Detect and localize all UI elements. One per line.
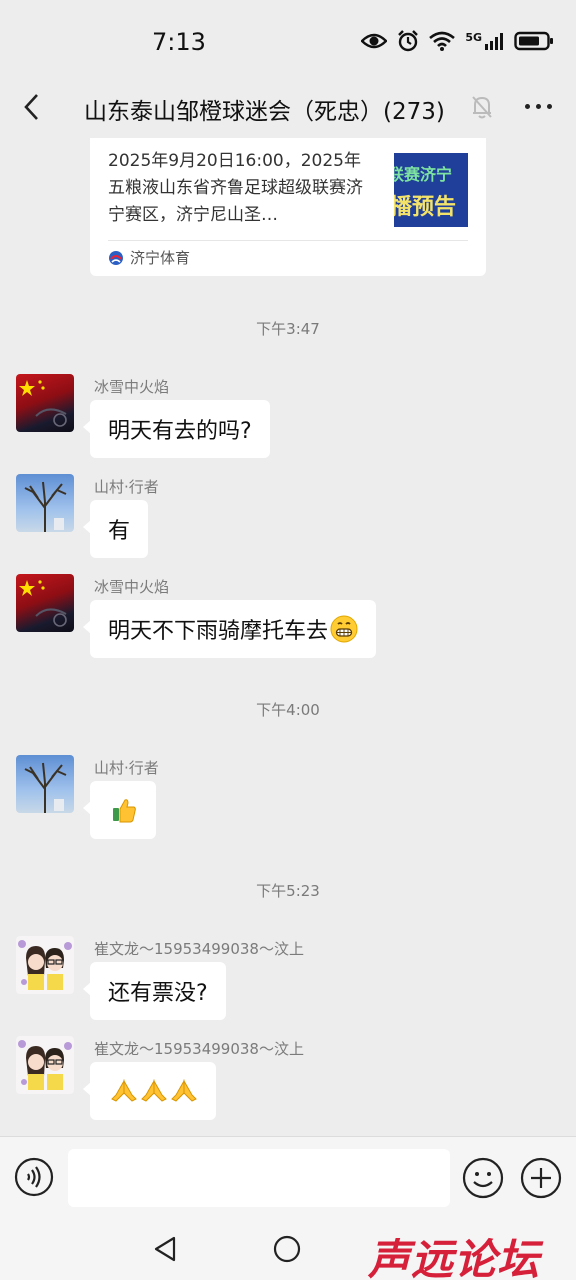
status-bar: 7:13 5G (0, 0, 576, 80)
timestamp: 下午4:00 (256, 701, 320, 719)
forum-watermark: 声远论坛 (368, 1235, 541, 1280)
thumbs-up-emoji-icon (113, 799, 136, 823)
status-time: 7:13 (152, 28, 206, 56)
wifi-icon (429, 31, 456, 51)
folded-hands-icon (111, 1079, 137, 1102)
card-thumbnail: 联赛济宁 播预告 (394, 153, 468, 227)
chat-title: 山东泰山邹橙球迷会（死忠）(273) (84, 99, 445, 125)
mute-bell-icon (472, 96, 492, 119)
status-icons: 5G (361, 30, 554, 52)
plus-icon[interactable] (520, 1157, 562, 1199)
more-dots-icon[interactable] (525, 104, 552, 109)
message-bubble[interactable]: 有 (82, 500, 149, 558)
emoji-icon[interactable] (462, 1157, 504, 1199)
flag-avatar[interactable] (16, 574, 74, 632)
eye-icon (361, 33, 388, 49)
signal-icon (485, 33, 503, 50)
message-text: 明天不下雨骑摩托车去 (108, 619, 329, 644)
grin-emoji-icon (330, 615, 358, 643)
message-bubble[interactable]: 明天有去的吗? (83, 400, 270, 458)
couple-avatar[interactable] (16, 936, 74, 994)
flag-avatar[interactable] (16, 374, 74, 432)
timestamp: 下午3:47 (256, 320, 320, 338)
source-logo-icon (109, 250, 123, 265)
shared-article-card[interactable]: 2025年9月20日16:00，2025年五粮液山东省齐鲁足球超级联赛济宁赛区，… (90, 138, 486, 276)
input-bar (0, 1136, 576, 1218)
tree-avatar[interactable] (16, 755, 74, 813)
battery-icon (514, 31, 553, 51)
folded-hands-icon (141, 1079, 167, 1102)
alarm-icon (398, 30, 419, 52)
back-arrow-icon[interactable] (18, 92, 48, 122)
message-bubble[interactable]: 还有票没? (83, 962, 226, 1020)
message-bubble[interactable] (83, 1062, 216, 1120)
sender-name: 冰雪中火焰 (94, 578, 170, 596)
sender-name: 冰雪中火焰 (94, 378, 170, 396)
card-divider (108, 240, 468, 241)
sender-name: 山村·行者 (94, 759, 159, 777)
message-bubble[interactable] (83, 781, 156, 839)
sender-name: 崔文龙～15953499038～汶上 (94, 940, 304, 958)
voice-icon[interactable] (14, 1157, 54, 1197)
nav-home-icon[interactable] (272, 1234, 302, 1264)
nav-back-icon[interactable] (150, 1234, 180, 1264)
chat-header: 山东泰山邹橙球迷会（死忠）(273) (0, 80, 576, 136)
message-input[interactable] (68, 1149, 450, 1207)
card-source-label: 济宁体育 (130, 249, 191, 267)
thumb-line-1: 联赛济宁 (394, 165, 453, 184)
network-label: 5G (465, 30, 482, 44)
tree-avatar[interactable] (16, 474, 74, 532)
card-source: 济宁体育 (108, 247, 190, 268)
thumb-line-2: 播预告 (394, 195, 457, 220)
sender-name: 山村·行者 (94, 478, 159, 496)
message-bubble[interactable]: 明天不下雨骑摩托车去 (82, 600, 377, 658)
couple-avatar[interactable] (16, 1036, 74, 1094)
folded-hands-icon (171, 1079, 197, 1102)
sender-name: 崔文龙～15953499038～汶上 (94, 1040, 304, 1058)
timestamp: 下午5:23 (256, 882, 320, 900)
card-summary: 2025年9月20日16:00，2025年五粮液山东省齐鲁足球超级联赛济宁赛区，… (108, 151, 363, 225)
